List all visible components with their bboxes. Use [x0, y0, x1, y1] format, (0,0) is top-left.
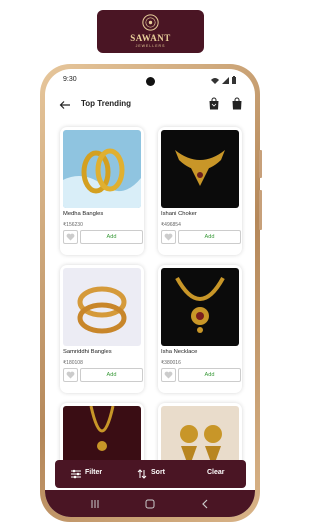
brand-name: SAWANT	[130, 33, 171, 43]
product-card[interactable]: Isha Necklace ₹380016 Add	[158, 265, 242, 393]
heart-icon	[164, 371, 173, 379]
wishlist-button[interactable]	[63, 230, 78, 244]
product-image-ishani-choker[interactable]	[161, 130, 239, 208]
filter-button[interactable]: Filter	[55, 460, 118, 488]
product-image-isha-necklace[interactable]	[161, 268, 239, 346]
recent-apps-icon[interactable]	[89, 498, 101, 510]
wishlist-button[interactable]	[161, 368, 176, 382]
system-navigation-bar	[45, 490, 255, 517]
product-image-medha-bangles[interactable]	[63, 130, 141, 208]
filter-icon	[71, 469, 81, 479]
product-name: Ishani Choker	[161, 211, 197, 217]
wifi-icon	[211, 78, 219, 84]
battery-icon	[232, 76, 236, 84]
brand-emblem-icon	[142, 14, 159, 31]
product-name: Isha Necklace	[161, 349, 198, 355]
wishlist-button[interactable]	[63, 368, 78, 382]
back-arrow-icon[interactable]	[59, 99, 71, 111]
product-price: ₹180108	[63, 360, 83, 366]
system-back-icon[interactable]	[199, 498, 211, 510]
app-header: Top Trending	[45, 95, 255, 115]
volume-button	[259, 190, 262, 230]
sort-icon	[137, 469, 147, 479]
brand-logo: SAWANT JEWELLERS	[97, 10, 204, 53]
power-button	[259, 150, 262, 178]
product-price: ₹156230	[63, 222, 83, 228]
signal-icon	[222, 77, 229, 84]
product-name: Samriddhi Bangles	[63, 349, 112, 355]
add-to-cart-button[interactable]: Add	[178, 368, 241, 382]
wishlist-button[interactable]	[161, 230, 176, 244]
page-title: Top Trending	[81, 99, 132, 108]
heart-icon	[66, 233, 75, 241]
home-icon[interactable]	[144, 498, 156, 510]
status-bar: 9:30	[45, 69, 255, 89]
heart-icon	[66, 371, 75, 379]
product-card[interactable]: Samriddhi Bangles ₹180108 Add	[60, 265, 144, 393]
product-card[interactable]: Medha Bangles ₹156230 Add	[60, 127, 144, 255]
add-to-cart-button[interactable]: Add	[80, 368, 143, 382]
add-to-cart-button[interactable]: Add	[80, 230, 143, 244]
sort-button[interactable]: Sort	[125, 460, 180, 488]
product-name: Medha Bangles	[63, 211, 104, 217]
shopping-bag-icon[interactable]	[208, 97, 220, 110]
front-camera	[146, 77, 155, 86]
clear-button[interactable]: Clear	[190, 460, 246, 488]
heart-icon	[164, 233, 173, 241]
clear-label: Clear	[207, 469, 225, 476]
phone-screen: 9:30 Top Trending Medha Bangles ₹156230 …	[45, 69, 255, 517]
product-image-samriddhi-bangles[interactable]	[63, 268, 141, 346]
filter-label: Filter	[85, 469, 103, 476]
status-time: 9:30	[63, 76, 77, 83]
product-price: ₹380016	[161, 360, 181, 366]
sort-label: Sort	[151, 469, 165, 476]
brand-tagline: JEWELLERS	[135, 44, 166, 48]
product-price: ₹496854	[161, 222, 181, 228]
filter-sort-bar: Filter Sort Clear	[55, 460, 246, 488]
add-to-cart-button[interactable]: Add	[178, 230, 241, 244]
status-icons	[211, 76, 236, 84]
cart-bag-icon[interactable]	[231, 97, 243, 110]
product-card[interactable]: Ishani Choker ₹496854 Add	[158, 127, 242, 255]
